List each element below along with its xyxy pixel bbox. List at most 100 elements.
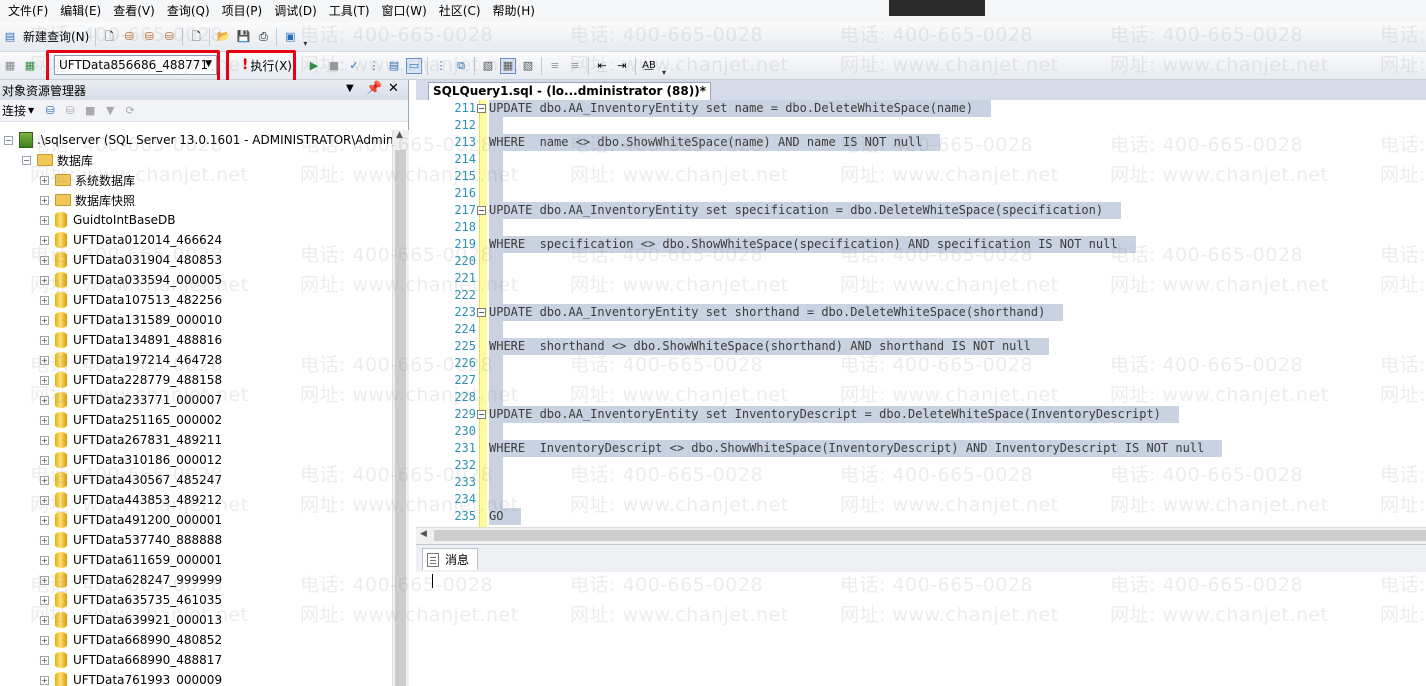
- code-line[interactable]: WHERE specification <> dbo.ShowWhiteSpac…: [489, 236, 1136, 253]
- refresh-icon[interactable]: ⟳: [122, 103, 138, 119]
- expand-icon[interactable]: +: [40, 635, 49, 645]
- code-line[interactable]: [489, 423, 503, 440]
- code-line[interactable]: [489, 389, 503, 406]
- tree-item-database[interactable]: + UFTData012014_466624: [40, 230, 222, 250]
- connect-icon[interactable]: ▦: [2, 58, 18, 74]
- db-engine-query-icon[interactable]: ⛁: [121, 29, 137, 45]
- menu-item[interactable]: 调试(D): [268, 0, 323, 22]
- tab-sqlquery1[interactable]: SQLQuery1.sql - (lo...dministrator (88))…: [428, 82, 711, 100]
- open-file-icon[interactable]: 📂: [215, 29, 231, 45]
- code-line[interactable]: UPDATE dbo.AA_InventoryEntity set shorth…: [489, 304, 1064, 321]
- stop-icon[interactable]: ■: [82, 103, 98, 119]
- tree-item-database[interactable]: + GuidtoIntBaseDB: [40, 210, 175, 230]
- tree-item-database[interactable]: + UFTData668990_488817: [40, 650, 222, 670]
- client-stats-icon[interactable]: ⧉: [453, 58, 469, 74]
- expand-icon[interactable]: +: [40, 675, 49, 685]
- expand-icon[interactable]: +: [40, 175, 49, 185]
- pin-icon[interactable]: 📌: [366, 81, 382, 96]
- expand-icon[interactable]: +: [40, 475, 49, 485]
- fold-toggle-icon[interactable]: −: [477, 410, 486, 419]
- scroll-left-icon[interactable]: ◀: [420, 529, 427, 539]
- debug-icon[interactable]: ▶: [306, 58, 322, 74]
- tree-item-databases[interactable]: − 数据库: [22, 150, 93, 170]
- results-file-icon[interactable]: ▧: [520, 58, 536, 74]
- expand-icon[interactable]: +: [40, 315, 49, 325]
- expand-icon[interactable]: +: [40, 535, 49, 545]
- tree-item-database[interactable]: + UFTData611659_000001: [40, 550, 222, 570]
- menu-item[interactable]: 帮助(H): [487, 0, 541, 22]
- results-to-grid-icon[interactable]: ▭: [406, 57, 422, 74]
- tree-item-database[interactable]: + UFTData628247_999999: [40, 570, 222, 590]
- cancel-query-icon[interactable]: ■: [326, 58, 342, 74]
- tree-item-database[interactable]: + UFTData033594_000005: [40, 270, 222, 290]
- expand-icon[interactable]: +: [40, 555, 49, 565]
- collapse-icon[interactable]: −: [22, 155, 31, 165]
- expand-icon[interactable]: +: [40, 515, 49, 525]
- tree-item-database[interactable]: + UFTData491200_000001: [40, 510, 222, 530]
- print-icon[interactable]: ⎙: [255, 29, 271, 45]
- tab-messages[interactable]: 消息: [422, 548, 479, 570]
- code-line[interactable]: UPDATE dbo.AA_InventoryEntity set name =…: [489, 100, 992, 117]
- code-line[interactable]: [489, 151, 503, 168]
- connect-dropdown[interactable]: 连接 ▼: [2, 102, 34, 119]
- messages-pane[interactable]: [416, 572, 1426, 686]
- menu-item[interactable]: 工具(T): [323, 0, 376, 22]
- disconnect-icon[interactable]: ⛁: [62, 103, 78, 119]
- activity-monitor-icon[interactable]: ▣: [282, 29, 298, 45]
- menu-item[interactable]: 查询(Q): [161, 0, 216, 22]
- tree-item-database[interactable]: + UFTData639921_000013: [40, 610, 222, 630]
- object-explorer-scroll-thumb[interactable]: [395, 150, 406, 686]
- results-to-text-icon[interactable]: ▧: [480, 58, 496, 74]
- code-line[interactable]: [489, 474, 503, 491]
- save-icon[interactable]: 💾: [235, 29, 251, 45]
- connect-server-icon[interactable]: ⛁: [42, 103, 58, 119]
- tree-item-database[interactable]: + UFTData233771_000007: [40, 390, 222, 410]
- tree-item-database[interactable]: + UFTData197214_464728: [40, 350, 222, 370]
- code-line[interactable]: [489, 287, 503, 304]
- specify-values-icon[interactable]: A͟B: [641, 58, 657, 74]
- code-line[interactable]: WHERE InventoryDescript <> dbo.ShowWhite…: [489, 440, 1223, 457]
- new-query-icon[interactable]: ▤: [2, 29, 18, 45]
- new-project-icon[interactable]: 🗋: [188, 29, 204, 45]
- tree-item-database[interactable]: + UFTData310186_000012: [40, 450, 222, 470]
- expand-icon[interactable]: +: [40, 595, 49, 605]
- expand-icon[interactable]: +: [40, 455, 49, 465]
- menu-item[interactable]: 社区(C): [433, 0, 487, 22]
- editor-scroll-thumb[interactable]: [434, 530, 1426, 541]
- tree-item-server[interactable]: − .\sqlserver (SQL Server 13.0.1601 - ADM…: [4, 130, 392, 150]
- change-connection-icon[interactable]: ▦: [22, 58, 38, 74]
- uncomment-icon[interactable]: ≡: [567, 58, 583, 74]
- new-file-icon[interactable]: 🗋: [101, 29, 117, 45]
- decrease-indent-icon[interactable]: ⇤: [594, 58, 610, 74]
- tree-item-database[interactable]: + UFTData131589_000010: [40, 310, 222, 330]
- expand-icon[interactable]: +: [40, 355, 49, 365]
- expand-icon[interactable]: +: [40, 395, 49, 405]
- tree-item-folder[interactable]: + 数据库快照: [40, 190, 135, 210]
- tree-item-database[interactable]: + UFTData635735_461035: [40, 590, 222, 610]
- tree-item-database[interactable]: + UFTData267831_489211: [40, 430, 222, 450]
- expand-icon[interactable]: +: [40, 335, 49, 345]
- expand-icon[interactable]: +: [40, 195, 49, 205]
- expand-icon[interactable]: +: [40, 215, 49, 225]
- expand-icon[interactable]: +: [40, 295, 49, 305]
- code-line[interactable]: [489, 270, 503, 287]
- menu-item[interactable]: 查看(V): [107, 0, 161, 22]
- tree-item-database[interactable]: + UFTData107513_482256: [40, 290, 222, 310]
- tree-item-database[interactable]: + UFTData443853_489212: [40, 490, 222, 510]
- code-line[interactable]: GO: [489, 508, 522, 525]
- expand-icon[interactable]: +: [40, 575, 49, 585]
- code-line[interactable]: [489, 219, 503, 236]
- include-plan-icon[interactable]: ⋮: [433, 58, 449, 74]
- expand-icon[interactable]: +: [40, 415, 49, 425]
- expand-icon[interactable]: +: [40, 495, 49, 505]
- code-line[interactable]: [489, 491, 503, 508]
- results-grid-icon[interactable]: ▦: [500, 57, 516, 74]
- code-line[interactable]: [489, 355, 503, 372]
- menu-item[interactable]: 编辑(E): [54, 0, 107, 22]
- filter-icon[interactable]: ▼: [102, 103, 118, 119]
- tree-item-database[interactable]: + UFTData134891_488816: [40, 330, 222, 350]
- code-line[interactable]: [489, 185, 503, 202]
- increase-indent-icon[interactable]: ⇥: [614, 58, 630, 74]
- menu-item[interactable]: 项目(P): [216, 0, 269, 22]
- tree-item-database[interactable]: + UFTData430567_485247: [40, 470, 222, 490]
